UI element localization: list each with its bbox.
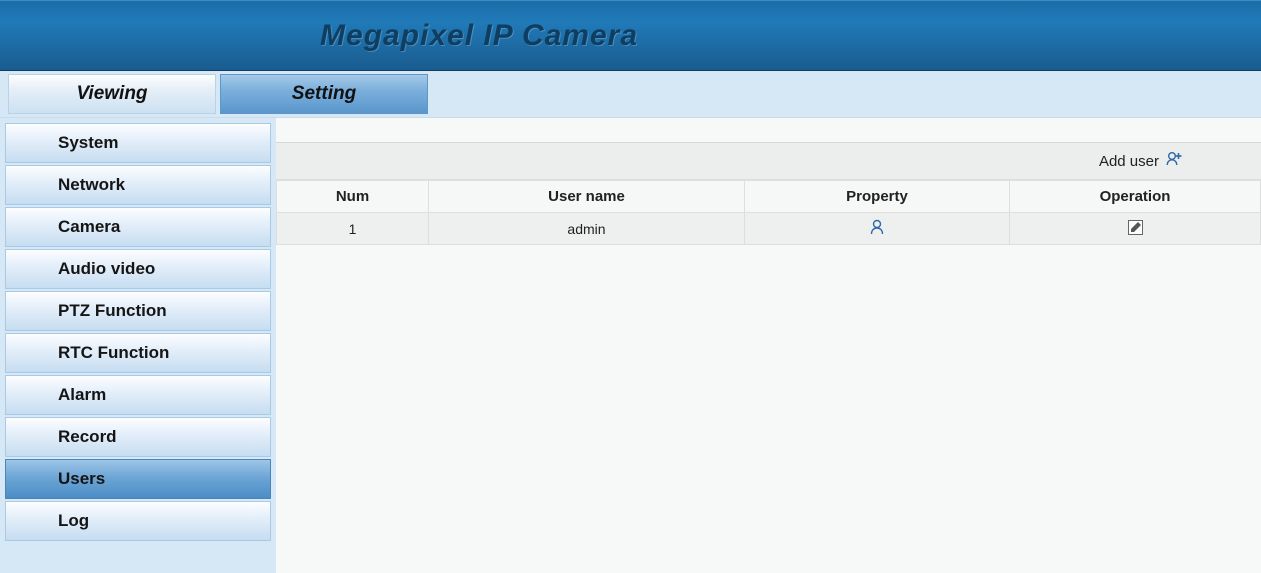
sidebar-item-rtc-function[interactable]: RTC Function: [5, 333, 271, 373]
col-operation: Operation: [1010, 181, 1261, 213]
sidebar-item-log[interactable]: Log: [5, 501, 271, 541]
page-title: Megapixel IP Camera: [320, 19, 638, 53]
table-header-row: Num User name Property Operation: [277, 181, 1261, 213]
sidebar-item-users[interactable]: Users: [5, 459, 271, 499]
users-table: Num User name Property Operation 1 admin: [276, 180, 1261, 245]
sidebar-item-label: RTC Function: [58, 343, 169, 363]
sidebar-item-camera[interactable]: Camera: [5, 207, 271, 247]
sidebar-item-label: Record: [58, 427, 117, 447]
col-num: Num: [277, 181, 429, 213]
col-property: Property: [745, 181, 1010, 213]
sidebar-item-ptz-function[interactable]: PTZ Function: [5, 291, 271, 331]
add-user-link[interactable]: Add user: [1099, 153, 1159, 170]
sidebar-item-network[interactable]: Network: [5, 165, 271, 205]
sidebar-item-label: Log: [58, 511, 89, 531]
edit-icon[interactable]: [1127, 219, 1144, 239]
sidebar-item-label: PTZ Function: [58, 301, 167, 321]
tab-setting[interactable]: Setting: [220, 74, 428, 114]
cell-username: admin: [429, 213, 745, 245]
sidebar-item-system[interactable]: System: [5, 123, 271, 163]
sidebar-item-label: Network: [58, 175, 125, 195]
sidebar-item-label: System: [58, 133, 118, 153]
col-username: User name: [429, 181, 745, 213]
main-area: System Network Camera Audio video PTZ Fu…: [0, 118, 1261, 573]
sidebar-item-label: Alarm: [58, 385, 106, 405]
table-row: 1 admin: [277, 213, 1261, 245]
sidebar: System Network Camera Audio video PTZ Fu…: [0, 118, 276, 573]
sidebar-item-label: Camera: [58, 217, 120, 237]
cell-property: [745, 213, 1010, 245]
sidebar-item-label: Audio video: [58, 259, 155, 279]
sidebar-item-record[interactable]: Record: [5, 417, 271, 457]
user-property-icon[interactable]: [868, 218, 886, 239]
content: Add user Num User name Property Ope: [276, 118, 1261, 573]
add-user-row: Add user: [276, 142, 1261, 180]
sidebar-item-audio-video[interactable]: Audio video: [5, 249, 271, 289]
tabs-row: Viewing Setting: [0, 71, 1261, 118]
tab-viewing[interactable]: Viewing: [8, 74, 216, 114]
cell-operation: [1010, 213, 1261, 245]
add-user-icon[interactable]: [1165, 150, 1183, 172]
header-bar: Megapixel IP Camera: [0, 0, 1261, 71]
sidebar-item-label: Users: [58, 469, 105, 489]
cell-num: 1: [277, 213, 429, 245]
sidebar-item-alarm[interactable]: Alarm: [5, 375, 271, 415]
